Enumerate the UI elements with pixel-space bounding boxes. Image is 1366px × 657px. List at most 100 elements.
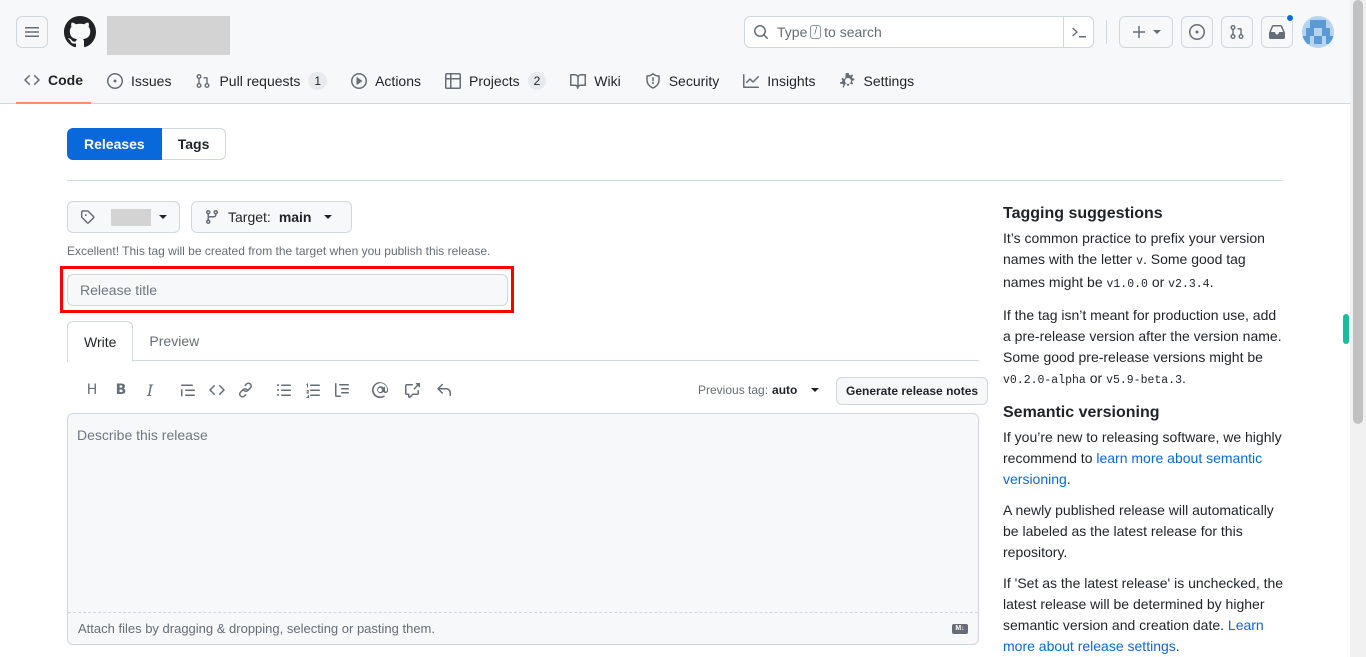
cross-reference-icon — [405, 383, 420, 398]
tab-preview[interactable]: Preview — [133, 321, 215, 361]
quote-button[interactable] — [176, 378, 200, 402]
list-ordered-icon — [306, 383, 320, 398]
chevron-down-icon — [323, 215, 332, 219]
tagging-p1-code-1: v1.0.0 — [1106, 278, 1148, 291]
semver-paragraph-1: If you’re new to releasing software, we … — [1003, 429, 1282, 487]
github-logo-icon[interactable] — [64, 16, 96, 48]
italic-button[interactable]: I — [138, 378, 162, 402]
tab-issues[interactable]: Issues — [99, 62, 179, 100]
tag-name-redacted — [111, 208, 151, 226]
semver-paragraph-3: If 'Set as the latest release' is unchec… — [1003, 575, 1284, 654]
search-icon — [754, 25, 769, 40]
list-unordered-icon — [277, 384, 291, 396]
scrollbar-thumb[interactable] — [1353, 0, 1363, 424]
tagging-p2-code-2: v5.9-beta.3 — [1106, 374, 1182, 387]
search-placeholder-pre: Type — [777, 24, 808, 40]
tab-code[interactable]: Code — [16, 62, 91, 104]
repo-header: Type / to search Code Issues Pull reques… — [0, 0, 1350, 104]
repo-nav-tabs: Code Issues Pull requests 1 Actions Proj… — [16, 62, 930, 104]
repo-name-redacted[interactable] — [107, 16, 230, 55]
gear-icon — [839, 73, 854, 88]
markdown-icon: M↓ — [952, 624, 968, 634]
editor-tabs: Write Preview — [67, 321, 979, 362]
unordered-list-button[interactable] — [272, 378, 296, 402]
releases-tags-switch: Releases Tags — [67, 128, 227, 160]
reply-icon — [437, 383, 451, 396]
release-description-textarea[interactable]: Describe this release Attach files by dr… — [67, 413, 979, 645]
releases-tab-button[interactable]: Releases — [67, 128, 162, 160]
tab-pull-requests-label: Pull requests — [219, 73, 301, 89]
release-help-sidebar: Tagging suggestions It’s common practice… — [1003, 202, 1285, 657]
tag-icon — [80, 210, 95, 224]
heading-button[interactable]: H — [80, 378, 104, 402]
section-divider — [67, 180, 1283, 181]
highlight-box — [60, 266, 514, 313]
tab-actions[interactable]: Actions — [343, 62, 429, 100]
cross-reference-button[interactable] — [400, 378, 424, 402]
task-list-button[interactable] — [330, 378, 354, 402]
generate-release-notes-button[interactable]: Generate release notes — [836, 377, 989, 405]
previous-tag-select[interactable]: Previous tag: auto — [698, 383, 820, 397]
attach-files-area[interactable]: Attach files by dragging & dropping, sel… — [68, 612, 978, 644]
page-scrollbar[interactable] — [1350, 0, 1366, 657]
inbox-icon — [1269, 25, 1285, 39]
code-button[interactable] — [205, 378, 229, 402]
play-icon — [351, 73, 368, 89]
ordered-list-button[interactable] — [301, 378, 325, 402]
tab-insights[interactable]: Insights — [735, 62, 823, 100]
shield-icon — [645, 73, 660, 89]
description-placeholder: Describe this release — [77, 427, 208, 443]
issue-icon — [107, 73, 123, 89]
tasklist-icon — [335, 383, 349, 397]
semantic-versioning-heading: Semantic versioning — [1003, 404, 1160, 421]
header-divider — [1106, 20, 1107, 44]
tab-security-label: Security — [668, 73, 720, 89]
quote-icon — [181, 384, 195, 397]
code-icon — [209, 384, 225, 396]
avatar[interactable] — [1302, 16, 1334, 48]
terminal-icon — [1071, 27, 1086, 38]
tab-wiki[interactable]: Wiki — [562, 62, 628, 100]
link-button[interactable] — [234, 378, 258, 402]
target-branch-button[interactable]: Target: main — [191, 201, 352, 233]
menu-button[interactable] — [16, 16, 48, 48]
choose-tag-button[interactable] — [67, 201, 180, 233]
search-input[interactable]: Type / to search — [744, 16, 1094, 48]
pull-requests-count-badge: 1 — [308, 72, 328, 90]
tab-projects[interactable]: Projects 2 — [437, 62, 554, 100]
tags-tab-button[interactable]: Tags — [161, 128, 227, 160]
heading-icon: H — [86, 382, 98, 398]
italic-icon: I — [146, 380, 154, 400]
tab-settings[interactable]: Settings — [832, 62, 923, 100]
tab-pull-requests[interactable]: Pull requests 1 — [187, 62, 335, 100]
mention-button[interactable] — [368, 378, 392, 402]
previous-tag-label: Previous tag: — [698, 383, 769, 397]
book-icon — [570, 73, 587, 89]
link-icon — [239, 382, 252, 398]
tab-issues-label: Issues — [131, 73, 172, 89]
graph-icon — [743, 74, 760, 88]
search-shortcut-key: / — [810, 25, 822, 39]
target-value: main — [278, 209, 312, 225]
bold-icon: B — [115, 382, 127, 398]
tab-write[interactable]: Write — [67, 321, 134, 362]
hamburger-icon — [25, 27, 39, 37]
tagging-p1-code-2: v2.3.4 — [1168, 278, 1210, 291]
tab-code-label: Code — [48, 72, 83, 88]
tagging-p1-code-v: v — [1136, 255, 1143, 268]
pull-request-icon — [1230, 25, 1244, 39]
tagging-p1-or: or — [1151, 274, 1165, 290]
mention-icon — [372, 382, 388, 398]
create-new-button[interactable] — [1119, 16, 1173, 48]
bold-button[interactable]: B — [109, 378, 133, 402]
tab-actions-label: Actions — [375, 73, 422, 89]
target-label: Target: — [228, 209, 271, 225]
tab-security[interactable]: Security — [637, 62, 728, 100]
projects-count-badge: 2 — [527, 72, 547, 90]
command-palette-button[interactable] — [1063, 17, 1093, 47]
pull-requests-button[interactable] — [1221, 16, 1253, 48]
tagging-p2-code-1: v0.2.0-alpha — [1003, 374, 1086, 387]
saved-replies-button[interactable] — [432, 378, 456, 402]
issues-button[interactable] — [1181, 16, 1213, 48]
code-icon — [24, 74, 40, 86]
